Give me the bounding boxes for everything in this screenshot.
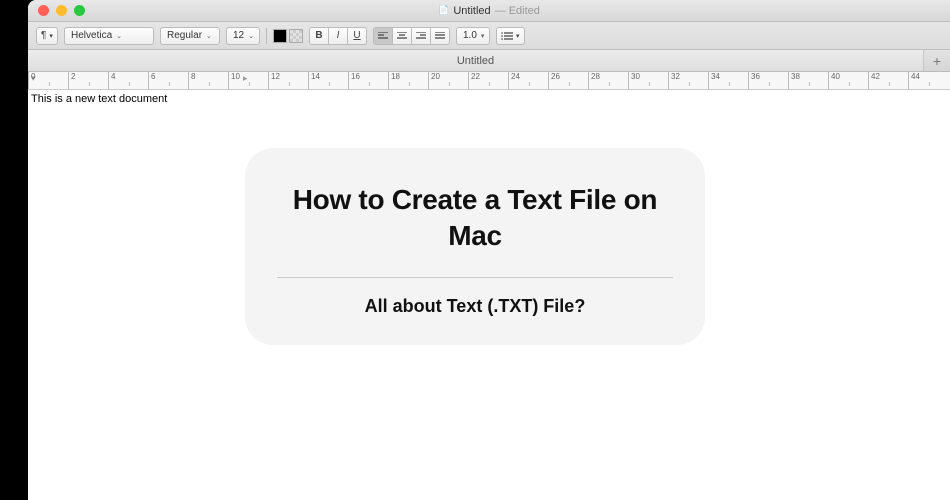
paragraph-style-button[interactable]: ¶ ▾	[36, 27, 58, 45]
new-tab-button[interactable]: +	[924, 50, 950, 71]
bold-button[interactable]: B	[309, 27, 329, 45]
traffic-lights	[38, 5, 85, 16]
chevron-updown-icon: ⌄	[248, 32, 254, 40]
font-family-select[interactable]: Helvetica ⌄	[64, 27, 154, 45]
overlay-subline: All about Text (.TXT) File?	[277, 296, 673, 317]
italic-button[interactable]: I	[328, 27, 348, 45]
chevron-down-icon: ▾	[481, 32, 485, 40]
highlight-color-swatch[interactable]	[289, 29, 303, 43]
window-title: 📄 Untitled — Edited	[438, 5, 540, 17]
chevron-updown-icon: ⌄	[206, 32, 212, 40]
align-group	[373, 27, 450, 45]
separator	[266, 28, 267, 44]
font-style-select[interactable]: Regular ⌄	[160, 27, 220, 45]
tab-bar: Untitled +	[28, 50, 950, 72]
align-right-button[interactable]	[411, 27, 431, 45]
align-justify-button[interactable]	[430, 27, 450, 45]
document-icon: 📄	[438, 5, 449, 16]
text-color-swatch[interactable]	[273, 29, 287, 43]
titlebar[interactable]: 📄 Untitled — Edited	[28, 0, 950, 22]
align-center-button[interactable]	[392, 27, 412, 45]
chevron-down-icon: ▾	[516, 32, 520, 40]
ruler[interactable]: ▾ ▸ 024681012141618202224262830323436384…	[28, 72, 950, 90]
list-style-button[interactable]: ▾	[496, 27, 525, 45]
color-swatches	[273, 29, 303, 43]
underline-button[interactable]: U	[347, 27, 367, 45]
line-spacing-select[interactable]: 1.0 ▾	[456, 27, 490, 45]
minimize-button[interactable]	[56, 5, 67, 16]
overlay-divider	[277, 277, 673, 278]
document-name: Untitled	[453, 5, 490, 17]
chevron-updown-icon: ⌄	[116, 32, 122, 40]
chevron-down-icon: ▾	[49, 32, 53, 40]
overlay-card: How to Create a Text File on Mac All abo…	[245, 148, 705, 345]
ruler-marks: 0246810121416182022242628303234363840424…	[28, 72, 950, 89]
document-body-text[interactable]: This is a new text document	[31, 93, 167, 105]
font-size-select[interactable]: 12 ⌄	[226, 27, 260, 45]
align-left-button[interactable]	[373, 27, 393, 45]
tab-untitled[interactable]: Untitled	[28, 50, 924, 71]
maximize-button[interactable]	[74, 5, 85, 16]
text-format-group: B I U	[309, 27, 367, 45]
format-toolbar: ¶ ▾ Helvetica ⌄ Regular ⌄ 12 ⌄ B I U	[28, 22, 950, 50]
close-button[interactable]	[38, 5, 49, 16]
overlay-headline: How to Create a Text File on Mac	[277, 182, 673, 255]
edited-status: — Edited	[495, 5, 540, 17]
